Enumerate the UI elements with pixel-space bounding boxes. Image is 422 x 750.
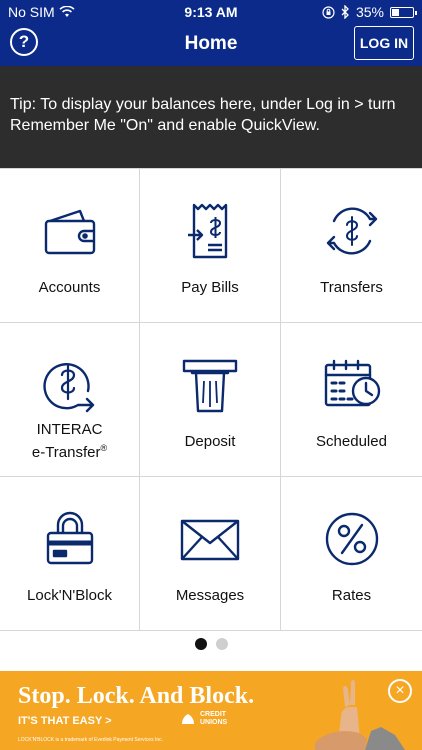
tile-pay-bills[interactable]: Pay Bills xyxy=(140,169,281,323)
envelope-icon xyxy=(180,519,240,561)
wallet-icon xyxy=(44,209,95,255)
deposit-icon xyxy=(182,359,238,413)
transfer-icon xyxy=(326,207,377,255)
lock-card-icon xyxy=(46,511,93,565)
status-right: 35% xyxy=(322,4,417,20)
tile-label: INTERAC e-Transfer® xyxy=(0,421,139,462)
tile-label: Accounts xyxy=(38,279,101,296)
tip-text: Tip: To display your balances here, unde… xyxy=(10,96,396,134)
tile-etransfer[interactable]: INTERAC e-Transfer® xyxy=(0,323,140,477)
tile-rates[interactable]: Rates xyxy=(281,477,422,631)
tile-label: Transfers xyxy=(320,279,383,296)
tile-label: Rates xyxy=(331,587,372,604)
battery-icon xyxy=(390,6,417,18)
menu-grid: Accounts Pay Bills Transfers INTERAC e-T… xyxy=(0,168,422,631)
tile-messages[interactable]: Messages xyxy=(140,477,281,631)
battery-fill xyxy=(392,8,399,16)
bluetooth-icon xyxy=(341,5,349,19)
ad-headline: Stop. Lock. And Block. xyxy=(18,683,255,709)
etransfer-icon xyxy=(42,363,94,413)
registered-mark: ® xyxy=(100,443,108,453)
tile-label: Messages xyxy=(175,587,245,604)
login-button[interactable]: LOG IN xyxy=(354,26,414,60)
battery-percent: 35% xyxy=(355,4,384,20)
page-indicator xyxy=(0,638,422,652)
status-bar: No SIM 9:13 AM 35% xyxy=(0,0,422,24)
ad-close-button[interactable]: × xyxy=(388,679,412,703)
tile-lock-n-block[interactable]: Lock'N'Block xyxy=(0,477,140,631)
ad-cta-link[interactable]: IT'S THAT EASY > xyxy=(18,715,112,727)
calendar-clock-icon xyxy=(324,359,380,407)
orientation-lock-icon xyxy=(322,5,335,19)
logo-line1: CREDIT xyxy=(200,711,227,718)
logo-line2: UNIONS xyxy=(200,719,228,726)
ad-banner[interactable]: Stop. Lock. And Block. IT'S THAT EASY > … xyxy=(0,671,422,750)
tile-label-line2: e-Transfer xyxy=(31,444,101,461)
page-dot-1[interactable] xyxy=(194,638,207,650)
credit-unions-logo: CREDIT UNIONS xyxy=(180,711,227,727)
tile-label: Deposit xyxy=(184,433,236,450)
tile-deposit[interactable]: Deposit xyxy=(140,323,281,477)
tip-banner: Tip: To display your balances here, unde… xyxy=(0,66,422,168)
tile-label: Lock'N'Block xyxy=(27,587,112,604)
credit-unions-logo-icon xyxy=(182,714,194,724)
tile-label: Scheduled xyxy=(316,433,387,450)
tile-accounts[interactable]: Accounts xyxy=(0,169,140,323)
tile-label: Pay Bills xyxy=(181,279,239,296)
tile-label-line1: INTERAC xyxy=(36,421,103,438)
page-dot-2[interactable] xyxy=(215,638,228,650)
tile-scheduled[interactable]: Scheduled xyxy=(281,323,422,477)
ad-fine-print: LOCK'N'BLOCK is a trademark of Everlink … xyxy=(18,737,164,743)
bill-icon xyxy=(188,203,228,259)
percent-icon xyxy=(325,512,378,566)
tile-transfers[interactable]: Transfers xyxy=(281,169,422,323)
nav-bar: ? Home LOG IN xyxy=(0,24,422,66)
